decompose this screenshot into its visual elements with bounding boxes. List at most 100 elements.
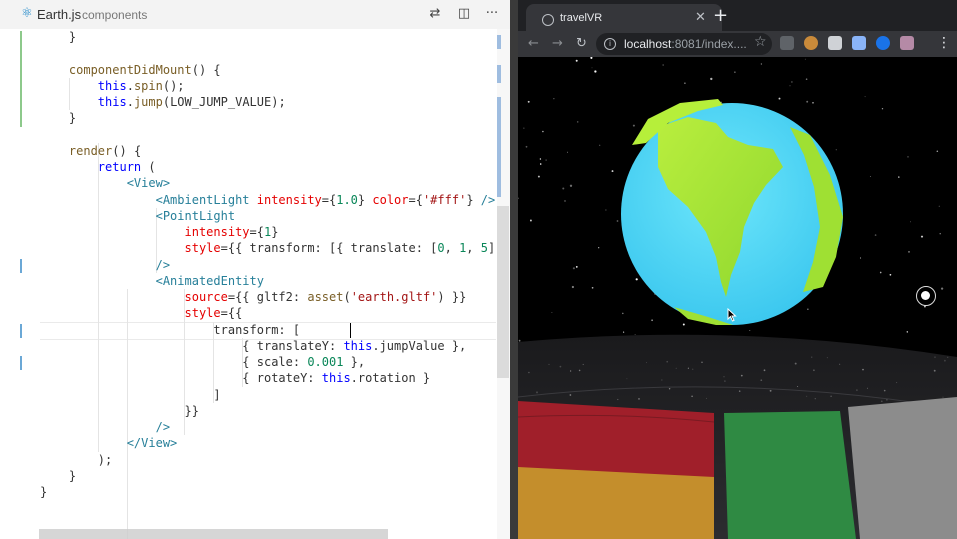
code-line[interactable]: <PointLight bbox=[40, 208, 235, 224]
code-line[interactable]: source={{ gltf2: asset('earth.gltf') }} bbox=[40, 289, 467, 305]
globe-icon bbox=[542, 14, 554, 26]
code-token: ={ bbox=[249, 225, 264, 239]
star bbox=[910, 221, 911, 223]
code-line[interactable]: } bbox=[40, 29, 76, 45]
extension-circle-icon[interactable] bbox=[876, 36, 890, 50]
star bbox=[864, 96, 866, 98]
code-line[interactable]: componentDidMount() { bbox=[40, 62, 221, 78]
code-line[interactable]: } bbox=[40, 484, 47, 500]
code-line[interactable]: ] bbox=[40, 387, 220, 403]
code-editor[interactable]: ⚛ Earth.js components ⇄ ◫ ··· } componen… bbox=[0, 0, 510, 539]
floor-speckle bbox=[638, 398, 640, 400]
code-line[interactable]: ); bbox=[40, 452, 112, 468]
star bbox=[623, 331, 625, 333]
code-line[interactable]: render() { bbox=[40, 143, 141, 159]
code-line[interactable]: </View> bbox=[40, 435, 178, 451]
code-line[interactable]: { rotateY: this.rotation } bbox=[40, 370, 430, 386]
star bbox=[807, 308, 809, 310]
code-line[interactable]: return ( bbox=[40, 159, 156, 175]
code-line[interactable]: } bbox=[40, 468, 76, 484]
code-line[interactable]: }} bbox=[40, 403, 198, 419]
extension-sync-icon[interactable] bbox=[780, 36, 794, 50]
code-token: /> bbox=[155, 257, 171, 272]
vertical-scrollbar-thumb[interactable] bbox=[497, 206, 509, 378]
extension-puzzle-icon[interactable] bbox=[900, 36, 914, 50]
code-line[interactable]: transform: [ bbox=[40, 322, 300, 338]
code-line[interactable]: } bbox=[40, 110, 76, 126]
site-info-icon[interactable]: i bbox=[604, 38, 616, 50]
back-button[interactable]: ← bbox=[528, 36, 539, 51]
tab-close-icon[interactable]: ✕ bbox=[695, 10, 706, 25]
extension-pen-icon[interactable] bbox=[852, 36, 866, 50]
floor-speckle bbox=[826, 357, 828, 359]
code-line[interactable]: style={{ bbox=[40, 305, 243, 321]
browser-menu-icon[interactable]: ⋮ bbox=[937, 35, 951, 51]
code-line[interactable]: this.spin(); bbox=[40, 78, 185, 94]
editor-tab[interactable]: ⚛ Earth.js components ⇄ ◫ ··· bbox=[0, 0, 510, 29]
code-token: ( bbox=[343, 290, 351, 304]
code-line[interactable]: { translateY: this.jumpValue }, bbox=[40, 338, 466, 354]
floor-speckle bbox=[769, 389, 772, 392]
code-line[interactable]: intensity={1} bbox=[40, 224, 279, 240]
code-line[interactable]: /> bbox=[40, 419, 170, 435]
code-line[interactable]: <AnimatedEntity bbox=[40, 273, 264, 289]
panel-green bbox=[724, 411, 856, 539]
star bbox=[527, 100, 530, 103]
star bbox=[635, 278, 638, 281]
code-line[interactable]: style={{ transform: [{ translate: [0, 1,… bbox=[40, 240, 511, 256]
more-actions-icon[interactable]: ··· bbox=[484, 6, 500, 22]
code-line[interactable]: this.jump(LOW_JUMP_VALUE); bbox=[40, 94, 286, 110]
horizontal-scrollbar-thumb[interactable] bbox=[39, 529, 388, 539]
vr-scene[interactable] bbox=[518, 56, 957, 539]
address-bar[interactable]: i localhost:8081/index.... ☆ bbox=[596, 33, 772, 55]
reload-button[interactable]: ↻ bbox=[576, 36, 587, 51]
floor-speckle bbox=[763, 369, 766, 372]
star bbox=[569, 184, 573, 187]
star bbox=[571, 285, 575, 289]
open-changes-icon[interactable]: ⇄ bbox=[427, 6, 443, 22]
floor-speckle bbox=[942, 396, 944, 398]
floor-speckle bbox=[687, 367, 689, 369]
extension-cookie-icon[interactable] bbox=[804, 36, 818, 50]
new-tab-button[interactable]: + bbox=[713, 5, 728, 26]
star bbox=[605, 209, 607, 211]
react-file-icon: ⚛ bbox=[21, 6, 33, 21]
code-line[interactable]: <View> bbox=[40, 175, 170, 191]
star bbox=[684, 82, 686, 85]
star bbox=[812, 101, 814, 104]
star bbox=[749, 330, 751, 331]
forward-button[interactable]: → bbox=[552, 36, 563, 51]
code-area[interactable]: } componentDidMount() { this.spin(); thi… bbox=[0, 29, 510, 539]
floor-speckle bbox=[806, 395, 808, 397]
code-token: . bbox=[126, 95, 134, 109]
star bbox=[938, 205, 940, 207]
code-line[interactable]: <AmbientLight intensity={1.0} color={'#f… bbox=[40, 192, 496, 208]
star bbox=[789, 85, 791, 87]
star bbox=[881, 108, 884, 110]
bookmark-star-icon[interactable]: ☆ bbox=[754, 34, 767, 50]
code-token: /> bbox=[480, 192, 496, 207]
code-token: return bbox=[97, 160, 142, 174]
extension-react-icon[interactable] bbox=[828, 36, 842, 50]
code-token: 5 bbox=[480, 241, 488, 256]
code-line[interactable]: /> bbox=[40, 257, 170, 273]
url-text: localhost:8081/index.... bbox=[624, 37, 747, 51]
git-change-marker bbox=[20, 258, 22, 273]
vr-enter-button[interactable] bbox=[916, 286, 936, 306]
browser-tab[interactable]: travelVR ✕ bbox=[526, 4, 722, 31]
star bbox=[906, 331, 909, 333]
floor-speckle bbox=[724, 380, 726, 382]
floor-speckle bbox=[813, 369, 815, 372]
floor-speckle bbox=[933, 369, 936, 372]
panel-yellow bbox=[518, 467, 714, 539]
code-line[interactable]: { scale: 0.001 }, bbox=[40, 354, 365, 370]
vr-scene-canvas bbox=[518, 56, 957, 539]
floor-speckle bbox=[646, 362, 648, 364]
split-editor-icon[interactable]: ◫ bbox=[456, 6, 472, 22]
